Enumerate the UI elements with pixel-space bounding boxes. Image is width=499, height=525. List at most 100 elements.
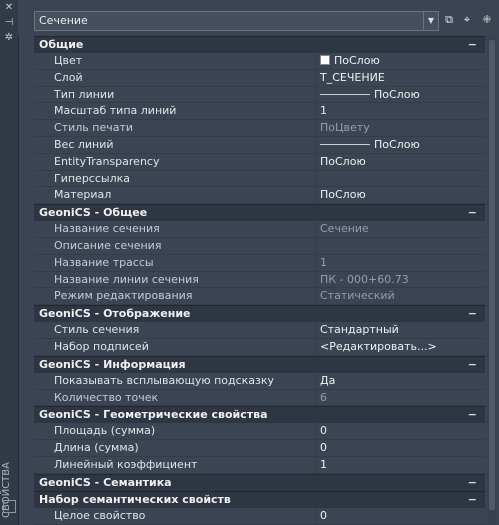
column-divider bbox=[315, 271, 316, 288]
property-value[interactable]: <Редактировать...> bbox=[320, 340, 437, 353]
property-row[interactable]: Описание сечения bbox=[34, 237, 485, 255]
section-title: GeoniCS - Семантика bbox=[39, 475, 172, 489]
column-divider bbox=[315, 136, 316, 153]
property-row[interactable]: Название трассы 1 bbox=[34, 254, 485, 272]
quick-select-button[interactable]: ⁜ bbox=[479, 12, 495, 28]
collapse-icon[interactable]: − bbox=[468, 357, 477, 372]
settings-icon[interactable]: ✲ bbox=[4, 33, 14, 43]
collapse-icon[interactable]: − bbox=[468, 407, 477, 422]
property-value[interactable]: 1 bbox=[320, 104, 327, 117]
section-header[interactable]: Набор семантических свойств − bbox=[34, 490, 485, 508]
property-row[interactable]: Целое свойство 0 bbox=[34, 507, 485, 525]
column-divider bbox=[315, 254, 316, 271]
column-divider bbox=[315, 221, 316, 237]
property-label: Название трассы bbox=[54, 255, 154, 269]
property-row[interactable]: Стиль печати ПоЦвету bbox=[34, 120, 485, 137]
property-row[interactable]: Количество точек 6 bbox=[34, 389, 485, 407]
property-value[interactable]: Стандартный bbox=[320, 323, 399, 336]
section-header[interactable]: GeoniCS - Отображение − bbox=[34, 305, 485, 323]
section-title: Набор семантических свойств bbox=[39, 492, 231, 506]
property-value[interactable]: Т_СЕЧЕНИЕ bbox=[320, 71, 385, 84]
collapse-icon[interactable]: − bbox=[468, 306, 477, 321]
pin-icon[interactable]: ⊣ bbox=[4, 18, 14, 28]
object-type-select[interactable]: Сечение ▼ bbox=[34, 11, 439, 31]
property-row[interactable]: Гиперссылка bbox=[34, 170, 485, 188]
property-value[interactable]: ПоЦвету bbox=[320, 121, 370, 134]
property-row[interactable]: Тип линии ПоСлою bbox=[34, 86, 485, 104]
property-row[interactable]: Цвет ПоСлою bbox=[34, 53, 485, 70]
property-label: Набор подписей bbox=[54, 339, 149, 353]
property-value[interactable]: Да bbox=[320, 374, 335, 387]
property-value[interactable]: 6 bbox=[320, 391, 327, 404]
column-divider bbox=[315, 456, 316, 473]
select-objects-button[interactable]: ⌖ bbox=[459, 12, 475, 28]
scrollbar-thumb[interactable] bbox=[489, 40, 495, 510]
property-value[interactable]: 1 bbox=[320, 458, 327, 471]
selected-object-type: Сечение bbox=[39, 14, 88, 27]
collapse-icon[interactable]: − bbox=[468, 37, 477, 52]
collapse-icon[interactable]: − bbox=[468, 492, 477, 507]
property-value[interactable]: Сечение bbox=[320, 222, 369, 235]
property-value-text: ПоСлою bbox=[320, 188, 366, 202]
property-row[interactable]: Вес линий ПоСлою bbox=[34, 136, 485, 154]
collapse-icon[interactable]: − bbox=[468, 205, 477, 220]
palette-icon[interactable] bbox=[3, 500, 16, 513]
property-row[interactable]: Слой Т_СЕЧЕНИЕ bbox=[34, 69, 485, 87]
property-label: Длина (сумма) bbox=[54, 441, 139, 455]
property-row[interactable]: Показывать всплывающую подсказку Да bbox=[34, 372, 485, 390]
section-header[interactable]: Общие − bbox=[34, 36, 485, 53]
section-header[interactable]: GeoniCS - Общее − bbox=[34, 204, 485, 222]
property-row[interactable]: Площадь (сумма) 0 bbox=[34, 423, 485, 441]
property-row[interactable]: Линейный коэффициент 1 bbox=[34, 456, 485, 474]
property-label: Слой bbox=[54, 70, 83, 84]
property-row[interactable]: Масштаб типа линий 1 bbox=[34, 103, 485, 121]
toggle-pickadd-button[interactable]: ⧉ bbox=[441, 12, 457, 28]
property-value[interactable]: 1 bbox=[320, 256, 327, 269]
section-header[interactable]: GeoniCS - Семантика − bbox=[34, 473, 485, 491]
column-divider bbox=[315, 423, 316, 440]
column-divider bbox=[315, 103, 316, 120]
column-divider bbox=[315, 170, 316, 187]
property-value[interactable]: 0 bbox=[320, 509, 327, 522]
property-value-text: 0 bbox=[320, 424, 327, 438]
property-value[interactable]: ПК - 000+60.73 bbox=[320, 273, 409, 286]
property-value[interactable]: Статический bbox=[320, 289, 395, 302]
property-label: Режим редактирования bbox=[54, 289, 193, 303]
property-value[interactable]: ПоСлою bbox=[320, 155, 366, 168]
close-icon[interactable]: ✕ bbox=[4, 3, 14, 13]
property-row[interactable]: Длина (сумма) 0 bbox=[34, 440, 485, 457]
color-swatch-icon bbox=[320, 55, 330, 65]
property-value[interactable]: ПоСлою bbox=[320, 138, 420, 151]
column-divider bbox=[315, 86, 316, 103]
property-value[interactable]: 0 bbox=[320, 441, 327, 454]
properties-side-bar: ✕ ⊣ ✲ СВОЙСТВА bbox=[0, 0, 19, 525]
column-divider bbox=[315, 288, 316, 305]
property-row[interactable]: Название сечения Сечение bbox=[34, 221, 485, 238]
property-label: EntityTransparency bbox=[54, 154, 160, 168]
property-value[interactable]: ПоСлою bbox=[320, 188, 366, 201]
property-row[interactable]: Набор подписей <Редактировать...> bbox=[34, 338, 485, 356]
property-value-text: Да bbox=[320, 373, 336, 387]
chevron-down-icon[interactable]: ▼ bbox=[423, 12, 438, 30]
column-divider bbox=[315, 69, 316, 86]
scrollbar[interactable] bbox=[487, 36, 497, 525]
property-row[interactable]: EntityTransparency ПоСлою bbox=[34, 153, 485, 171]
property-value[interactable]: ПоСлою bbox=[320, 54, 380, 67]
property-value-text: ПоСлою bbox=[320, 154, 366, 168]
collapse-icon[interactable]: − bbox=[468, 475, 477, 490]
property-value[interactable]: 0 bbox=[320, 424, 327, 437]
section-header[interactable]: GeoniCS - Геометрические свойства − bbox=[34, 406, 485, 424]
property-row[interactable]: Материал ПоСлою bbox=[34, 187, 485, 205]
line-sample-icon bbox=[320, 93, 370, 95]
line-sample-icon bbox=[320, 143, 370, 145]
property-value[interactable]: ПоСлою bbox=[320, 88, 420, 101]
property-value-text: Статический bbox=[320, 289, 395, 303]
column-divider bbox=[315, 372, 316, 389]
section-header[interactable]: GeoniCS - Информация − bbox=[34, 355, 485, 373]
section-title: GeoniCS - Общее bbox=[39, 206, 148, 220]
property-row[interactable]: Стиль сечения Стандартный bbox=[34, 322, 485, 339]
property-value-text: 1 bbox=[320, 104, 327, 118]
section-title: Общие bbox=[39, 38, 84, 51]
property-row[interactable]: Название линии сечения ПК - 000+60.73 bbox=[34, 271, 485, 289]
property-row[interactable]: Режим редактирования Статический bbox=[34, 288, 485, 306]
